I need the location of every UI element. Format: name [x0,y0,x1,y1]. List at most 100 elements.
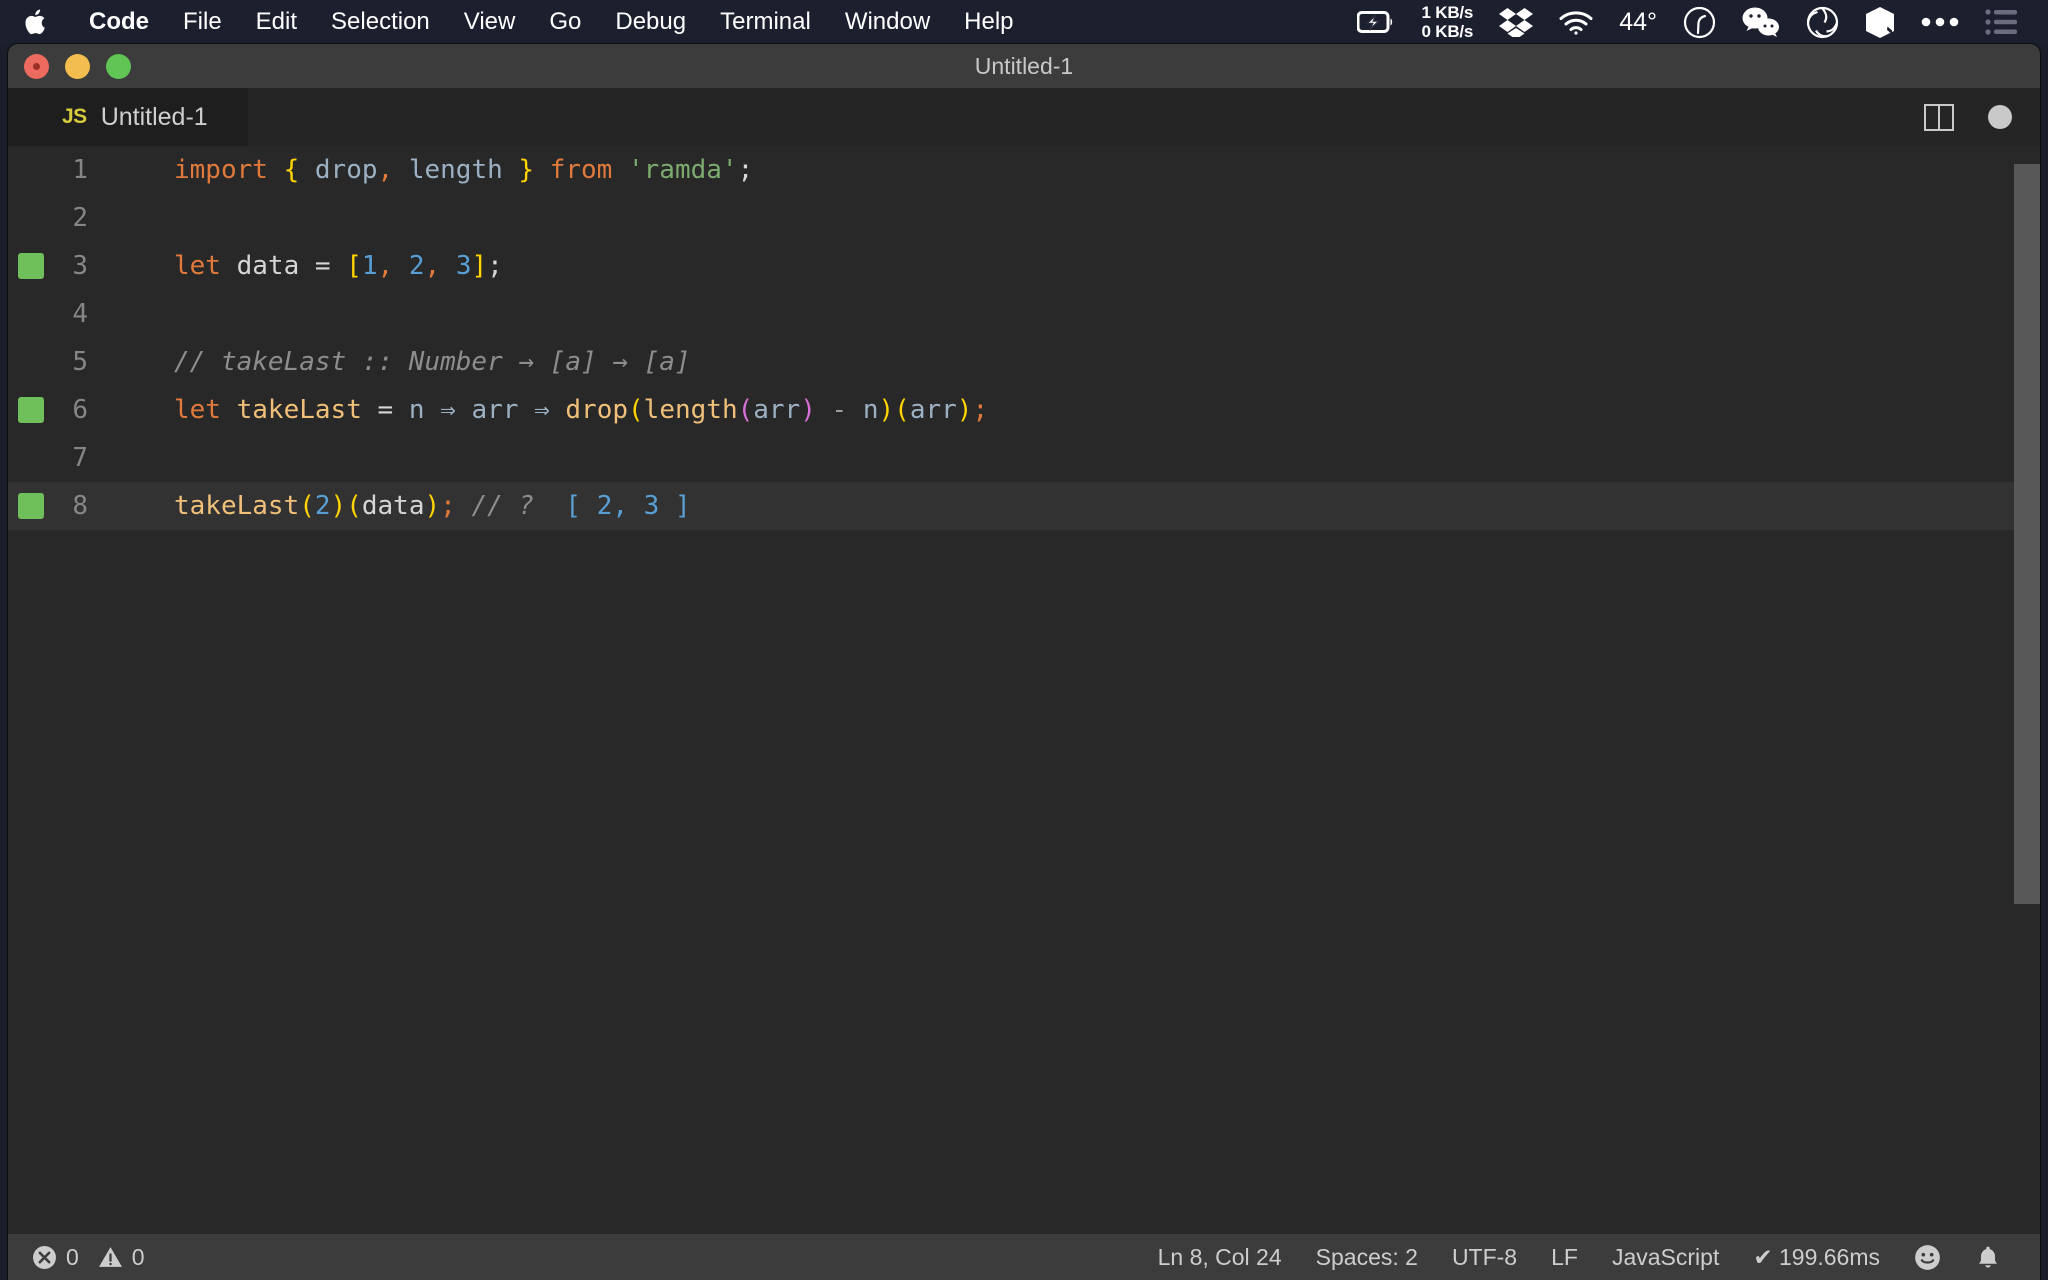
menu-item-edit[interactable]: Edit [239,0,314,44]
code-line-2[interactable]: 2 [8,194,2040,242]
cube-icon[interactable] [1852,0,1908,44]
status-encoding[interactable]: UTF-8 [1435,1244,1534,1271]
dropbox-icon[interactable] [1486,0,1546,44]
code-token: takeLast [174,491,300,521]
javascript-file-icon: JS [62,105,87,128]
bell-icon[interactable] [1958,1244,2018,1271]
code-line-5[interactable]: 5 // takeLast :: Number → [a] → [a] [8,338,2040,386]
menu-item-window[interactable]: Window [828,0,947,44]
battery-charging-icon[interactable] [1344,0,1408,44]
editor-vertical-scrollbar-thumb[interactable] [2014,164,2040,904]
code-token: // takeLast :: Number → [a] → [a] [174,347,691,377]
code-token: 1 [361,251,378,281]
code-editor-area[interactable]: 1 import { drop, length } from 'ramda'; 2 3… [8,146,2040,1234]
code-line-content: let takeLast = n ⇒ arr ⇒ drop(length(arr… [118,395,988,425]
code-line-1[interactable]: 1 import { drop, length } from 'ramda'; [8,146,2040,194]
error-count: 0 [66,1243,79,1270]
menu-item-view[interactable]: View [447,0,533,44]
smiley-icon[interactable] [1897,1244,1958,1271]
editor-vertical-scrollbar[interactable] [2014,146,2040,1234]
code-token: arr [909,395,957,425]
wifi-icon[interactable] [1546,0,1606,44]
unsaved-dot-icon[interactable] [1988,105,2012,129]
apple-logo-icon[interactable] [24,7,50,37]
code-line-8[interactable]: 8 takeLast(2)(data); // ? [ 2, 3 ] [8,482,2040,530]
status-problems[interactable]: 0 0 [32,1244,162,1271]
code-token: ⇒ [534,395,550,425]
split-editor-icon[interactable] [1924,103,1954,131]
editor-tab-label: Untitled-1 [100,102,208,131]
status-indentation[interactable]: Spaces: 2 [1299,1244,1435,1271]
network-download-speed: 0 KB/s [1421,22,1474,41]
code-token: n [862,395,879,425]
menu-item-code[interactable]: Code [72,0,166,44]
code-token: let [174,251,221,281]
editor-tab-untitled-1[interactable]: JS Untitled-1 [8,88,248,146]
clock-icon[interactable] [1670,0,1729,44]
network-upload-speed: 1 KB/s [1421,3,1474,22]
menu-item-go[interactable]: Go [532,0,598,44]
zoom-button[interactable] [106,53,131,79]
status-cursor-position[interactable]: Ln 8, Col 24 [1141,1244,1299,1271]
menu-item-terminal[interactable]: Terminal [703,0,828,44]
code-token: import [174,155,268,185]
network-speed-indicator[interactable]: 1 KB/s 0 KB/s [1408,0,1486,44]
camera-shutter-icon[interactable] [1793,0,1852,44]
code-token: arr [753,395,801,425]
code-token: ) [330,491,347,521]
code-token: 'ramda' [628,155,738,185]
editor-tab-bar: JS Untitled-1 [8,88,2040,146]
code-token: - [831,395,848,425]
close-button[interactable] [24,53,49,79]
status-language-mode[interactable]: JavaScript [1595,1244,1736,1271]
code-token: from [549,155,613,185]
code-token: , [377,155,394,185]
code-line-4[interactable]: 4 [8,290,2040,338]
status-eol[interactable]: LF [1534,1244,1595,1271]
temperature-indicator[interactable]: 44° [1606,0,1670,44]
status-bar-left: 0 0 [8,1244,162,1271]
window-traffic-lights [24,44,131,88]
code-token: drop [314,155,378,185]
gutter-marker-icon [18,253,44,279]
code-line-7[interactable]: 7 [8,434,2040,482]
vscode-window: Untitled-1 JS Untitled-1 1 import { drop,… [8,44,2040,1280]
code-token: = [314,251,331,281]
ellipsis-icon[interactable] [1908,0,1972,44]
list-menu-icon[interactable] [1972,0,2030,44]
code-line-6[interactable]: 6 let takeLast = n ⇒ arr ⇒ drop(length(ar… [8,386,2040,434]
gutter-marker-icon [18,493,44,519]
wechat-icon[interactable] [1729,0,1793,44]
line-number: 7 [72,443,88,473]
minimize-button[interactable] [65,53,90,79]
menu-item-selection[interactable]: Selection [314,0,447,44]
menu-item-help[interactable]: Help [947,0,1030,44]
line-number: 2 [72,203,88,233]
code-line-3[interactable]: 3 let data = [1, 2, 3]; [8,242,2040,290]
code-token: ( [894,395,910,425]
line-number: 5 [72,347,88,377]
status-bar: 0 0 Ln 8, Col 24 Spaces: 2 UTF-8 LF Java… [8,1234,2040,1280]
warning-count: 0 [131,1243,145,1270]
code-token: 2 [314,491,331,521]
menu-item-debug[interactable]: Debug [598,0,703,44]
code-token: [ 2, 3 ] [565,491,691,521]
status-bar-right: Ln 8, Col 24 Spaces: 2 UTF-8 LF JavaScri… [1141,1244,2040,1271]
status-quokka-timing[interactable]: ✔ 199.66ms [1736,1244,1897,1271]
menu-item-file[interactable]: File [166,0,239,44]
